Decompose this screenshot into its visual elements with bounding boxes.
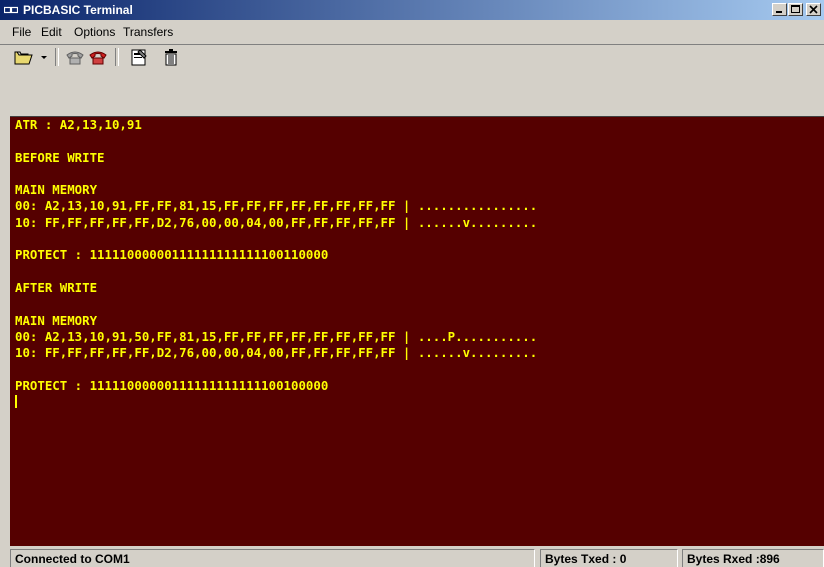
terminal-output: ATR : A2,13,10,91 BEFORE WRITE MAIN MEMO… [15,117,537,410]
maximize-button[interactable] [788,3,803,16]
text-cursor [15,395,17,409]
disconnect-button[interactable] [87,46,109,68]
terminal-line: PROTECT : 111110000001111111111111001100… [15,247,329,263]
terminal-line: 00: A2,13,10,91,FF,FF,81,15,FF,FF,FF,FF,… [15,198,538,214]
terminal-line: 00: A2,13,10,91,50,FF,81,15,FF,FF,FF,FF,… [15,328,538,344]
disconnect-phone-icon [89,51,107,65]
terminal-line: MAIN MEMORY [15,182,98,198]
terminal-line: PROTECT : 111110000001111111111111001000… [15,377,329,393]
status-bytes-txed: Bytes Txed : 0 [540,549,678,567]
delete-icon [165,49,177,66]
delete-button[interactable] [160,46,182,68]
open-icon [14,51,33,65]
connect-phone-icon [66,51,84,65]
status-connection: Connected to COM1 [10,549,535,567]
minimize-button[interactable] [772,3,787,16]
dropdown-arrow-icon [41,56,47,59]
close-button[interactable] [806,3,821,16]
status-bar: Connected to COM1 Bytes Txed : 0 Bytes R… [0,546,824,567]
connect-button[interactable] [64,46,86,68]
maximize-icon [791,5,800,13]
menu-transfers[interactable]: Transfers [123,25,173,39]
properties-icon [131,49,147,66]
properties-button[interactable] [128,46,150,68]
app-icon [4,6,18,14]
toolbar-separator [115,48,119,66]
title-bar[interactable]: PICBASIC Terminal [0,0,824,20]
status-bytes-rxed: Bytes Rxed :896 [682,549,824,567]
terminal-line: AFTER WRITE [15,279,98,295]
terminal-line: 10: FF,FF,FF,FF,FF,D2,76,00,00,04,00,FF,… [15,345,538,361]
minimize-icon [776,11,782,13]
terminal-cursor-line [15,394,537,410]
terminal-line: BEFORE WRITE [15,149,105,165]
toolbar-separator [55,48,59,66]
close-icon [809,5,818,14]
menu-options[interactable]: Options [74,25,115,39]
terminal-window[interactable]: ATR : A2,13,10,91 BEFORE WRITE MAIN MEMO… [10,116,824,546]
open-dropdown-button[interactable] [38,46,50,68]
window-title: PICBASIC Terminal [23,3,133,17]
menu-bar: File Edit Options Transfers [0,20,824,45]
open-button[interactable] [12,46,36,68]
menu-edit[interactable]: Edit [41,25,62,39]
terminal-line: MAIN MEMORY [15,312,98,328]
terminal-line: 10: FF,FF,FF,FF,FF,D2,76,00,00,04,00,FF,… [15,214,538,230]
menu-file[interactable]: File [12,25,31,39]
terminal-line: ATR : A2,13,10,91 [15,117,142,132]
